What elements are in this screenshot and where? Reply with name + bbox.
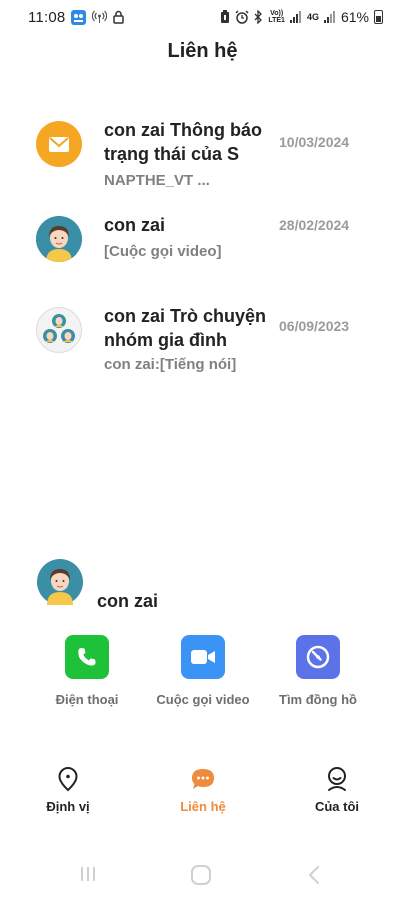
conversation-date: 28/02/2024 bbox=[279, 217, 350, 233]
conversation-item[interactable]: con zai Thông báo trạng thái của S 10/03… bbox=[0, 118, 405, 198]
tab-profile[interactable]: Của tôi bbox=[282, 766, 392, 814]
battery-saver-icon bbox=[220, 10, 230, 24]
video-call-label: Cuộc gọi video bbox=[156, 692, 250, 707]
bottom-tab-bar: Định vị Liên hệ Của tôi bbox=[0, 766, 405, 826]
tab-label: Định vị bbox=[46, 799, 90, 814]
signal-icon bbox=[289, 11, 302, 23]
network-type: 4G bbox=[306, 11, 319, 22]
conversation-preview: NAPTHE_VT ... bbox=[104, 172, 210, 189]
page-title: Liên hệ bbox=[167, 40, 238, 62]
envelope-icon bbox=[36, 121, 82, 167]
tab-label: Của tôi bbox=[314, 799, 360, 814]
home-icon[interactable] bbox=[190, 864, 212, 891]
battery-icon bbox=[374, 10, 383, 24]
profile-icon bbox=[282, 766, 392, 792]
status-time: 11:08 bbox=[28, 8, 66, 26]
back-icon[interactable] bbox=[306, 864, 322, 891]
conversation-item[interactable]: con zai Trò chuyện nhóm gia đình 06/09/2… bbox=[0, 304, 405, 384]
location-pin-icon bbox=[13, 766, 123, 792]
status-bar: 11:08 Vo)) LTE1 4G 61% bbox=[0, 0, 405, 34]
tab-contacts[interactable]: Liên hệ bbox=[148, 766, 258, 814]
tab-label: Liên hệ bbox=[180, 799, 226, 814]
conversation-item[interactable]: con zai 28/02/2024 [Cuộc gọi video] bbox=[0, 213, 405, 293]
volte-icon: Vo)) LTE1 bbox=[268, 10, 285, 24]
app-notification-icon bbox=[71, 9, 87, 25]
watch-finder-icon bbox=[296, 635, 340, 679]
chat-bubble-icon bbox=[148, 766, 258, 792]
signal-icon-2 bbox=[323, 11, 336, 23]
conversation-name: con zai Trò chuyện nhóm gia đình bbox=[104, 306, 267, 350]
hotspot-icon bbox=[92, 10, 108, 24]
alarm-icon bbox=[235, 10, 249, 24]
video-call-button[interactable]: Cuộc gọi video bbox=[138, 635, 268, 707]
system-navigation-bar bbox=[0, 858, 405, 894]
conversation-preview: con zai:[Tiếng nói] bbox=[104, 356, 237, 373]
conversation-date: 10/03/2024 bbox=[279, 134, 350, 150]
phone-icon bbox=[65, 635, 109, 679]
battery-percent: 61% bbox=[340, 9, 369, 25]
conversation-date: 06/09/2023 bbox=[279, 318, 350, 334]
contact-name: con zai bbox=[97, 591, 159, 611]
conversation-preview: [Cuộc gọi video] bbox=[104, 243, 222, 260]
person-avatar bbox=[36, 216, 82, 262]
phone-call-label: Điện thoại bbox=[55, 692, 119, 707]
find-watch-label: Tìm đồng hồ bbox=[279, 692, 357, 707]
tab-location[interactable]: Định vị bbox=[13, 766, 123, 814]
conversation-name: con zai bbox=[104, 215, 166, 235]
lock-icon bbox=[113, 10, 125, 24]
conversation-name: con zai Thông báo trạng thái của S bbox=[104, 120, 262, 164]
bluetooth-icon bbox=[254, 10, 263, 24]
video-camera-icon bbox=[181, 635, 225, 679]
group-avatar bbox=[36, 307, 82, 353]
recent-apps-icon[interactable] bbox=[78, 864, 98, 889]
contact-avatar[interactable] bbox=[37, 559, 83, 605]
find-watch-button[interactable]: Tìm đồng hồ bbox=[253, 635, 383, 707]
phone-call-button[interactable]: Điện thoại bbox=[22, 635, 152, 707]
